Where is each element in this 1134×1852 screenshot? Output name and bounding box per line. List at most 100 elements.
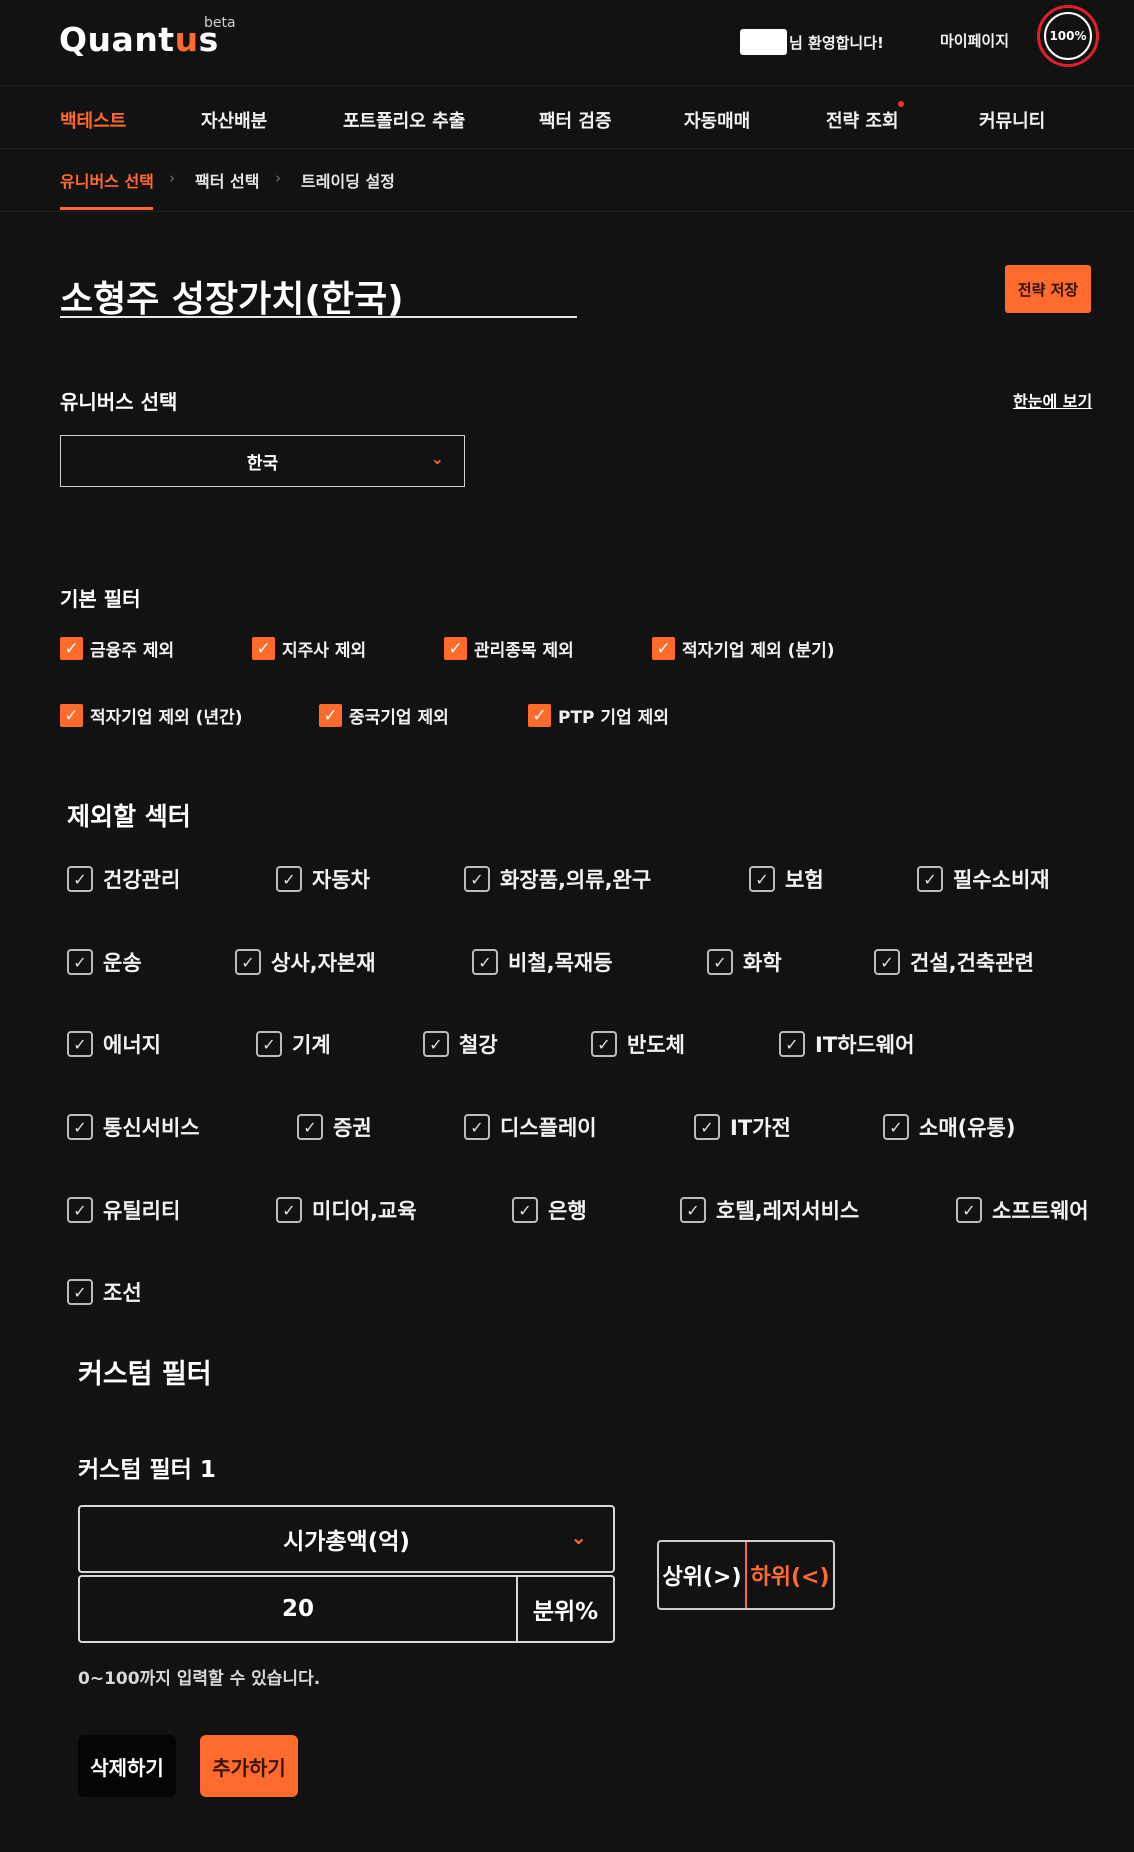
checkbox-checked-icon[interactable]: ✓ <box>297 1114 323 1140</box>
nav-portfolio-extract[interactable]: 포트폴리오 추출 <box>343 107 465 133</box>
sector-checkbox[interactable]: ✓ 화장품,의류,완구 <box>464 864 651 894</box>
custom-filter-title: 커스텀 필터 1 <box>78 1457 216 1483</box>
checkbox-checked-icon[interactable]: ✓ <box>883 1114 909 1140</box>
checkbox-checked-icon[interactable]: ✓ <box>956 1197 982 1223</box>
checkbox-checked-icon[interactable]: ✓ <box>707 949 733 975</box>
lower-option[interactable]: 하위(<) <box>745 1542 833 1608</box>
direction-toggle: 상위(>) 하위(<) <box>657 1540 835 1610</box>
checkbox-checked-icon[interactable]: ✓ <box>652 637 675 660</box>
sector-checkbox[interactable]: ✓ 기계 <box>256 1029 331 1059</box>
filter-exclude-finance[interactable]: ✓ 금융주 제외 <box>60 636 174 661</box>
checkbox-checked-icon[interactable]: ✓ <box>60 637 83 660</box>
step-trading[interactable]: 트레이딩 설정 <box>301 168 395 192</box>
checkbox-checked-icon[interactable]: ✓ <box>67 949 93 975</box>
delete-filter-button[interactable]: 삭제하기 <box>78 1735 176 1797</box>
sector-checkbox[interactable]: ✓ 소매(유통) <box>883 1112 1015 1142</box>
filter-exclude-managed[interactable]: ✓ 관리종목 제외 <box>444 636 574 661</box>
sector-label: 미디어,교육 <box>312 1199 417 1223</box>
checkbox-checked-icon[interactable]: ✓ <box>464 866 490 892</box>
checkbox-checked-icon[interactable]: ✓ <box>67 1114 93 1140</box>
view-all-link[interactable]: 한눈에 보기 <box>1013 388 1092 412</box>
percentile-input[interactable] <box>80 1577 518 1641</box>
checkbox-checked-icon[interactable]: ✓ <box>472 949 498 975</box>
sector-checkbox[interactable]: ✓ 은행 <box>512 1195 587 1225</box>
checkbox-checked-icon[interactable]: ✓ <box>67 1279 93 1305</box>
sector-checkbox[interactable]: ✓ 건강관리 <box>67 864 180 894</box>
sector-checkbox[interactable]: ✓ 조선 <box>67 1277 142 1307</box>
sector-label: IT하드웨어 <box>815 1033 915 1057</box>
checkbox-checked-icon[interactable]: ✓ <box>67 1031 93 1057</box>
sector-checkbox[interactable]: ✓ 에너지 <box>67 1029 161 1059</box>
filter-exclude-deficit-year[interactable]: ✓ 적자기업 제외 (년간) <box>60 703 243 728</box>
active-step-underline <box>60 207 153 210</box>
checkbox-checked-icon[interactable]: ✓ <box>749 866 775 892</box>
sector-checkbox[interactable]: ✓ 호텔,레저서비스 <box>680 1195 859 1225</box>
checkbox-checked-icon[interactable]: ✓ <box>60 704 83 727</box>
checkbox-checked-icon[interactable]: ✓ <box>874 949 900 975</box>
sector-checkbox[interactable]: ✓ 필수소비재 <box>917 864 1050 894</box>
sector-checkbox[interactable]: ✓ 증권 <box>297 1112 372 1142</box>
sector-checkbox[interactable]: ✓ 반도체 <box>591 1029 685 1059</box>
sector-checkbox[interactable]: ✓ 비철,목재등 <box>472 947 613 977</box>
checkbox-checked-icon[interactable]: ✓ <box>423 1031 449 1057</box>
checkbox-checked-icon[interactable]: ✓ <box>444 637 467 660</box>
logo-text-prefix: Quant <box>59 20 175 59</box>
save-strategy-button[interactable]: 전략 저장 <box>1005 265 1091 313</box>
checkbox-checked-icon[interactable]: ✓ <box>917 866 943 892</box>
filter-label: 관리종목 제외 <box>474 641 574 661</box>
nav-asset-allocation[interactable]: 자산배분 <box>201 107 267 133</box>
checkbox-checked-icon[interactable]: ✓ <box>319 704 342 727</box>
step-universe[interactable]: 유니버스 선택 <box>60 168 154 192</box>
checkbox-checked-icon[interactable]: ✓ <box>512 1197 538 1223</box>
sector-checkbox[interactable]: ✓ 통신서비스 <box>67 1112 200 1142</box>
nav-strategy-view[interactable]: 전략 조회 <box>826 107 899 133</box>
sector-label: 에너지 <box>103 1033 161 1057</box>
nav-community[interactable]: 커뮤니티 <box>979 107 1045 133</box>
sector-checkbox[interactable]: ✓ 운송 <box>67 947 142 977</box>
filter-exclude-china[interactable]: ✓ 중국기업 제외 <box>319 703 449 728</box>
nav-factor-verify[interactable]: 팩터 검증 <box>539 107 612 133</box>
strategy-title[interactable]: 소형주 성장가치(한국) <box>60 270 404 322</box>
sector-checkbox[interactable]: ✓ 상사,자본재 <box>235 947 376 977</box>
sector-checkbox[interactable]: ✓ 미디어,교육 <box>276 1195 417 1225</box>
sector-checkbox[interactable]: ✓ 유틸리티 <box>67 1195 180 1225</box>
welcome-text: 님 환영합니다! <box>789 33 884 52</box>
filter-exclude-deficit-quarter[interactable]: ✓ 적자기업 제외 (분기) <box>652 636 835 661</box>
checkbox-checked-icon[interactable]: ✓ <box>464 1114 490 1140</box>
sector-checkbox[interactable]: ✓ IT가전 <box>694 1112 791 1142</box>
sector-checkbox[interactable]: ✓ 보험 <box>749 864 824 894</box>
checkbox-checked-icon[interactable]: ✓ <box>779 1031 805 1057</box>
quantus-logo[interactable]: Quantus <box>59 20 219 59</box>
sector-checkbox[interactable]: ✓ 건설,건축관련 <box>874 947 1034 977</box>
progress-badge[interactable]: 100% <box>1037 5 1099 67</box>
nav-backtest[interactable]: 백테스트 <box>60 107 126 133</box>
filter-exclude-holding[interactable]: ✓ 지주사 제외 <box>252 636 366 661</box>
sector-checkbox[interactable]: ✓ IT하드웨어 <box>779 1029 914 1059</box>
logo-text-accent: u <box>174 20 199 59</box>
mypage-link[interactable]: 마이페이지 <box>940 30 1009 51</box>
checkbox-checked-icon[interactable]: ✓ <box>276 1197 302 1223</box>
filter-label: 적자기업 제외 (분기) <box>682 641 835 661</box>
checkbox-checked-icon[interactable]: ✓ <box>528 704 551 727</box>
checkbox-checked-icon[interactable]: ✓ <box>67 866 93 892</box>
checkbox-checked-icon[interactable]: ✓ <box>276 866 302 892</box>
checkbox-checked-icon[interactable]: ✓ <box>67 1197 93 1223</box>
sector-checkbox[interactable]: ✓ 소프트웨어 <box>956 1195 1089 1225</box>
checkbox-checked-icon[interactable]: ✓ <box>256 1031 282 1057</box>
checkbox-checked-icon[interactable]: ✓ <box>252 637 275 660</box>
universe-select[interactable]: 한국 ⌄ <box>60 435 465 487</box>
sector-checkbox[interactable]: ✓ 철강 <box>423 1029 498 1059</box>
checkbox-checked-icon[interactable]: ✓ <box>591 1031 617 1057</box>
upper-option[interactable]: 상위(>) <box>659 1542 745 1608</box>
sector-checkbox[interactable]: ✓ 디스플레이 <box>464 1112 597 1142</box>
sector-checkbox[interactable]: ✓ 화학 <box>707 947 782 977</box>
add-filter-button[interactable]: 추가하기 <box>200 1735 298 1797</box>
sector-checkbox[interactable]: ✓ 자동차 <box>276 864 370 894</box>
checkbox-checked-icon[interactable]: ✓ <box>694 1114 720 1140</box>
filter-exclude-ptp[interactable]: ✓ PTP 기업 제외 <box>528 703 669 728</box>
nav-auto-trading[interactable]: 자동매매 <box>684 107 750 133</box>
checkbox-checked-icon[interactable]: ✓ <box>235 949 261 975</box>
metric-select[interactable]: 시가총액(억) ⌄ <box>78 1505 615 1573</box>
step-factor[interactable]: 팩터 선택 <box>195 168 259 192</box>
checkbox-checked-icon[interactable]: ✓ <box>680 1197 706 1223</box>
